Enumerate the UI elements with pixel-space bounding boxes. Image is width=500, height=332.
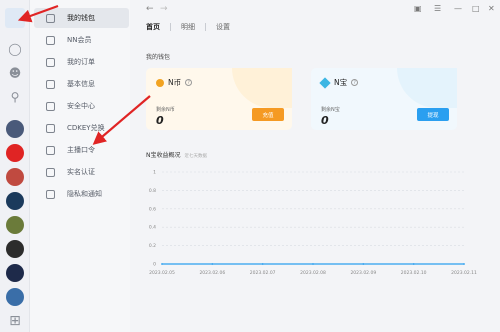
- sidebar-item-label: 我的钱包: [67, 14, 95, 22]
- sidebar-item-label: 实名认证: [67, 168, 95, 176]
- sidebar-item-label: 基本信息: [67, 80, 95, 88]
- y-tick-label: 0: [153, 262, 156, 268]
- data-point: [161, 263, 163, 265]
- order-icon: [46, 57, 55, 67]
- add-icon[interactable]: ⊞: [6, 312, 24, 330]
- x-tick-label: 2023.02.09: [350, 270, 376, 276]
- y-tick-label: 0.6: [149, 206, 156, 212]
- y-tick-label: 1: [153, 170, 156, 176]
- shield-icon: [46, 101, 55, 111]
- y-tick-label: 0.4: [149, 225, 156, 231]
- data-point: [211, 263, 214, 265]
- y-tick-label: 0.2: [149, 243, 156, 249]
- game-icon-4[interactable]: [6, 192, 24, 210]
- x-tick-label: 2023.02.10: [401, 270, 427, 276]
- wallet-icon: [46, 13, 55, 23]
- withdraw-button[interactable]: 提现: [417, 108, 449, 121]
- tab-home[interactable]: 首页: [146, 22, 160, 32]
- sidebar-item-label: 我的订单: [67, 58, 95, 66]
- nz-card-title: N宝: [334, 78, 348, 87]
- sidebar-item-security[interactable]: 安全中心: [34, 96, 129, 116]
- x-tick-label: 2023.02.11: [451, 270, 477, 276]
- chart-title-text: N宝收益概况: [146, 152, 181, 159]
- profile-icon: [46, 79, 55, 89]
- app-logo-icon[interactable]: [5, 8, 25, 28]
- x-tick-label: 2023.02.06: [199, 270, 225, 276]
- sidebar-item-label: CDKEY兑换: [67, 124, 105, 132]
- key-icon: [46, 123, 55, 133]
- recharge-button[interactable]: 充值: [252, 108, 284, 121]
- sidebar-nav: 我的钱包 NN会员 我的订单 基本信息 安全中心 CDKEY兑换 主播口令 实名…: [30, 0, 130, 332]
- data-point: [463, 263, 465, 265]
- tab-settings[interactable]: 设置: [216, 22, 230, 32]
- data-point: [362, 263, 365, 265]
- wallet-tabs: 首页 明细 设置: [146, 22, 230, 32]
- tab-divider: [205, 23, 206, 31]
- game-icon-3[interactable]: [6, 168, 24, 186]
- x-tick-label: 2023.02.08: [300, 270, 326, 276]
- coin-icon: [156, 78, 164, 87]
- app-window: ◯ ☻ ⚲ ⊞ 我的钱包 NN会员 我的订单 基本信息 安全中心 CDKEY兑换…: [0, 0, 500, 332]
- sidebar-item-cdkey[interactable]: CDKEY兑换: [34, 118, 129, 138]
- user-icon[interactable]: ☻: [6, 64, 24, 82]
- skin-icon[interactable]: ☰: [434, 4, 441, 13]
- card-decoration: [232, 68, 292, 108]
- sidebar-item-privacy[interactable]: 隐私和通知: [34, 184, 129, 204]
- microphone-icon[interactable]: ⚲: [6, 88, 24, 106]
- data-point: [261, 263, 264, 265]
- earnings-chart: 0 0.2 0.4 0.6 0.8 1 2023.02.05 2023.02.06 2023.0…: [149, 170, 477, 277]
- minimize-icon[interactable]: —: [454, 4, 462, 13]
- sidebar-item-label: NN会员: [67, 36, 92, 44]
- game-icon-7[interactable]: [6, 264, 24, 282]
- sidebar-item-streamer-code[interactable]: 主播口令: [34, 140, 129, 160]
- help-icon[interactable]: ?: [185, 79, 193, 86]
- game-icon-6[interactable]: [6, 240, 24, 258]
- maximize-icon[interactable]: □: [472, 4, 480, 13]
- x-tick-label: 2023.02.05: [149, 270, 175, 276]
- close-icon[interactable]: ✕: [488, 4, 495, 13]
- icon-rail: ◯ ☻ ⚲ ⊞: [0, 0, 30, 332]
- game-icon-1[interactable]: [6, 120, 24, 138]
- code-icon: [46, 145, 55, 155]
- x-tick-label: 2023.02.07: [250, 270, 276, 276]
- nb-balance-label: 剩余N币: [156, 107, 175, 113]
- sidebar-item-label: 主播口令: [67, 146, 95, 154]
- game-icon-8[interactable]: [6, 288, 24, 306]
- sidebar-item-wallet[interactable]: 我的钱包: [34, 8, 129, 28]
- y-tick-label: 0.8: [149, 188, 156, 194]
- nb-card-title: N币: [168, 78, 182, 87]
- data-point: [412, 263, 415, 265]
- sidebar-item-profile[interactable]: 基本信息: [34, 74, 129, 94]
- sidebar-item-orders[interactable]: 我的订单: [34, 52, 129, 72]
- nz-balance-value: 0: [321, 114, 329, 127]
- diamond-icon: [319, 76, 331, 89]
- wallet-section-title: 我的钱包: [146, 54, 171, 61]
- nb-card: N币 ? 剩余N币 0 充值: [146, 68, 292, 130]
- chat-icon[interactable]: ◯: [6, 40, 24, 58]
- speaker-icon: [46, 189, 55, 199]
- id-card-icon: [46, 167, 55, 177]
- game-icon-5[interactable]: [6, 216, 24, 234]
- sidebar-item-label: 安全中心: [67, 102, 95, 110]
- tab-details[interactable]: 明细: [181, 22, 195, 32]
- data-point: [312, 263, 314, 265]
- sidebar-item-realname[interactable]: 实名认证: [34, 162, 129, 182]
- chart-title: N宝收益概况 近七天数据: [146, 150, 207, 159]
- nb-balance-value: 0: [156, 114, 164, 127]
- sidebar-item-vip[interactable]: NN会员: [34, 30, 129, 50]
- game-icon-2[interactable]: [6, 144, 24, 162]
- chart-subtitle: 近七天数据: [184, 154, 208, 159]
- back-icon[interactable]: ←: [146, 4, 154, 14]
- nz-balance-label: 剩余N宝: [321, 107, 340, 113]
- help-icon[interactable]: ?: [351, 79, 359, 86]
- gift-icon[interactable]: ▣: [414, 4, 422, 13]
- sidebar-item-label: 隐私和通知: [67, 190, 102, 198]
- card-decoration: [397, 68, 457, 108]
- nz-card: N宝 ? 剩余N宝 0 提现: [311, 68, 457, 130]
- vip-icon: [46, 35, 55, 45]
- forward-icon[interactable]: →: [160, 4, 168, 14]
- tab-divider: [170, 23, 171, 31]
